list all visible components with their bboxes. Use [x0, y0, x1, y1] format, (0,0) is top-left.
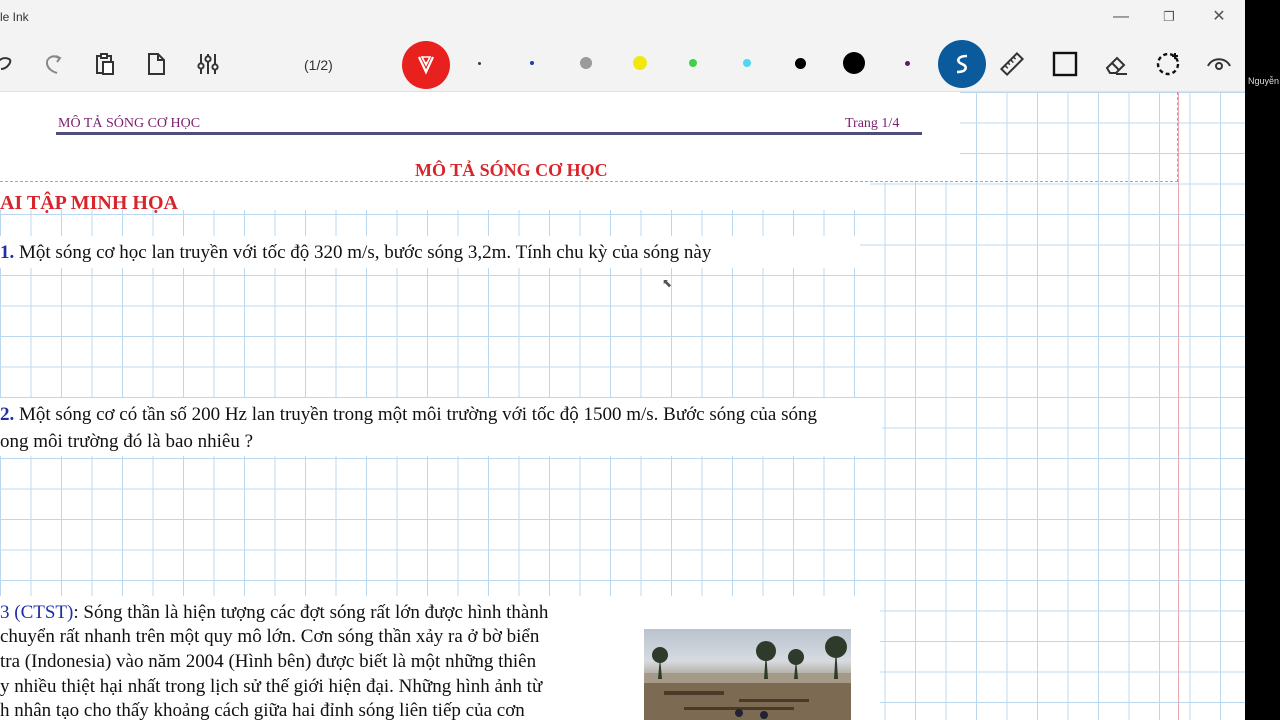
- question-3: 3 (CTST): Sóng thần là hiện tượng các đợ…: [0, 602, 548, 624]
- lasso-icon[interactable]: [0, 48, 20, 80]
- pen-color-5[interactable]: [689, 59, 697, 67]
- app-title: le Ink: [0, 10, 29, 24]
- page-indicator: (1/2): [304, 57, 333, 73]
- mouse-cursor-icon: ⬉: [662, 276, 673, 290]
- question-1-text: Một sóng cơ học lan truyền với tốc độ 32…: [14, 242, 712, 263]
- question-2-number: 2.: [0, 404, 15, 425]
- sliders-icon[interactable]: [192, 48, 224, 80]
- shape-recognition-icon[interactable]: [938, 40, 986, 88]
- question-2-line-1: Một sóng cơ có tần số 200 Hz lan truyền …: [14, 404, 818, 425]
- pen-color-8[interactable]: [843, 52, 865, 74]
- pen-color-1[interactable]: [478, 62, 481, 65]
- question-3-line-3: tra (Indonesia) vào năm 2004 (Hình bên) …: [0, 651, 537, 672]
- page-icon[interactable]: [140, 48, 172, 80]
- section-title: AI TẬP MINH HỌA: [0, 192, 178, 214]
- header-rule: [56, 132, 922, 135]
- title-bar: le Ink — ❐ ✕: [0, 0, 1245, 34]
- eye-icon[interactable]: [1203, 48, 1235, 80]
- pen-color-2[interactable]: [530, 61, 534, 65]
- pen-icon[interactable]: [402, 41, 450, 89]
- side-panel-name: Nguyễn: [1248, 76, 1280, 86]
- tsunami-photo: [644, 629, 851, 720]
- pen-color-4[interactable]: [633, 56, 647, 70]
- question-2: 2. Một sóng cơ có tần số 200 Hz lan truy…: [0, 404, 817, 426]
- question-3-line-5: h nhân tạo cho thấy khoảng cách giữa hai…: [0, 700, 525, 720]
- question-3-number: 3 (CTST): [0, 602, 74, 623]
- close-button[interactable]: ✕: [1196, 0, 1242, 34]
- question-1: 1. Một sóng cơ học lan truyền với tốc độ…: [0, 242, 711, 264]
- document-title: MÔ TẢ SÓNG CƠ HỌC: [415, 160, 608, 180]
- redo-icon[interactable]: [38, 48, 70, 80]
- ruler-icon[interactable]: [996, 48, 1028, 80]
- question-3-line-4: y nhiều thiệt hại nhất trong lịch sử thế…: [0, 676, 543, 697]
- pen-color-3[interactable]: [580, 57, 592, 69]
- pen-color-9[interactable]: [905, 61, 910, 66]
- pen-color-7[interactable]: [795, 58, 806, 69]
- rectangle-icon[interactable]: [1049, 48, 1081, 80]
- ink-canvas[interactable]: MÔ TẢ SÓNG CƠ HỌC Trang 1/4 MÔ TẢ SÓNG C…: [0, 92, 1245, 720]
- question-2-line-2: ong môi trường đó là bao nhiêu ?: [0, 431, 254, 452]
- document-header-left: MÔ TẢ SÓNG CƠ HỌC: [58, 116, 201, 131]
- question-3-line-2: chuyển rất nhanh trên một quy mô lớn. Cơ…: [0, 626, 540, 647]
- document-header-right: Trang 1/4: [845, 116, 900, 131]
- ink-app-window: le Ink — ❐ ✕ (1/2) MÔ TẢ SÓNG CƠ HỌC Tra…: [0, 0, 1245, 720]
- toolbar: (1/2): [0, 34, 1245, 92]
- selection-icon[interactable]: [1152, 48, 1184, 80]
- clipboard-icon[interactable]: [89, 48, 121, 80]
- question-3-line-1: : Sóng thần là hiện tượng các đợt sóng r…: [73, 602, 549, 623]
- maximize-button[interactable]: ❐: [1146, 0, 1192, 34]
- eraser-icon[interactable]: [1100, 48, 1132, 80]
- minimize-button[interactable]: —: [1098, 0, 1144, 34]
- pen-color-6[interactable]: [743, 59, 751, 67]
- margin-line: [1178, 92, 1179, 720]
- question-1-number: 1.: [0, 242, 15, 263]
